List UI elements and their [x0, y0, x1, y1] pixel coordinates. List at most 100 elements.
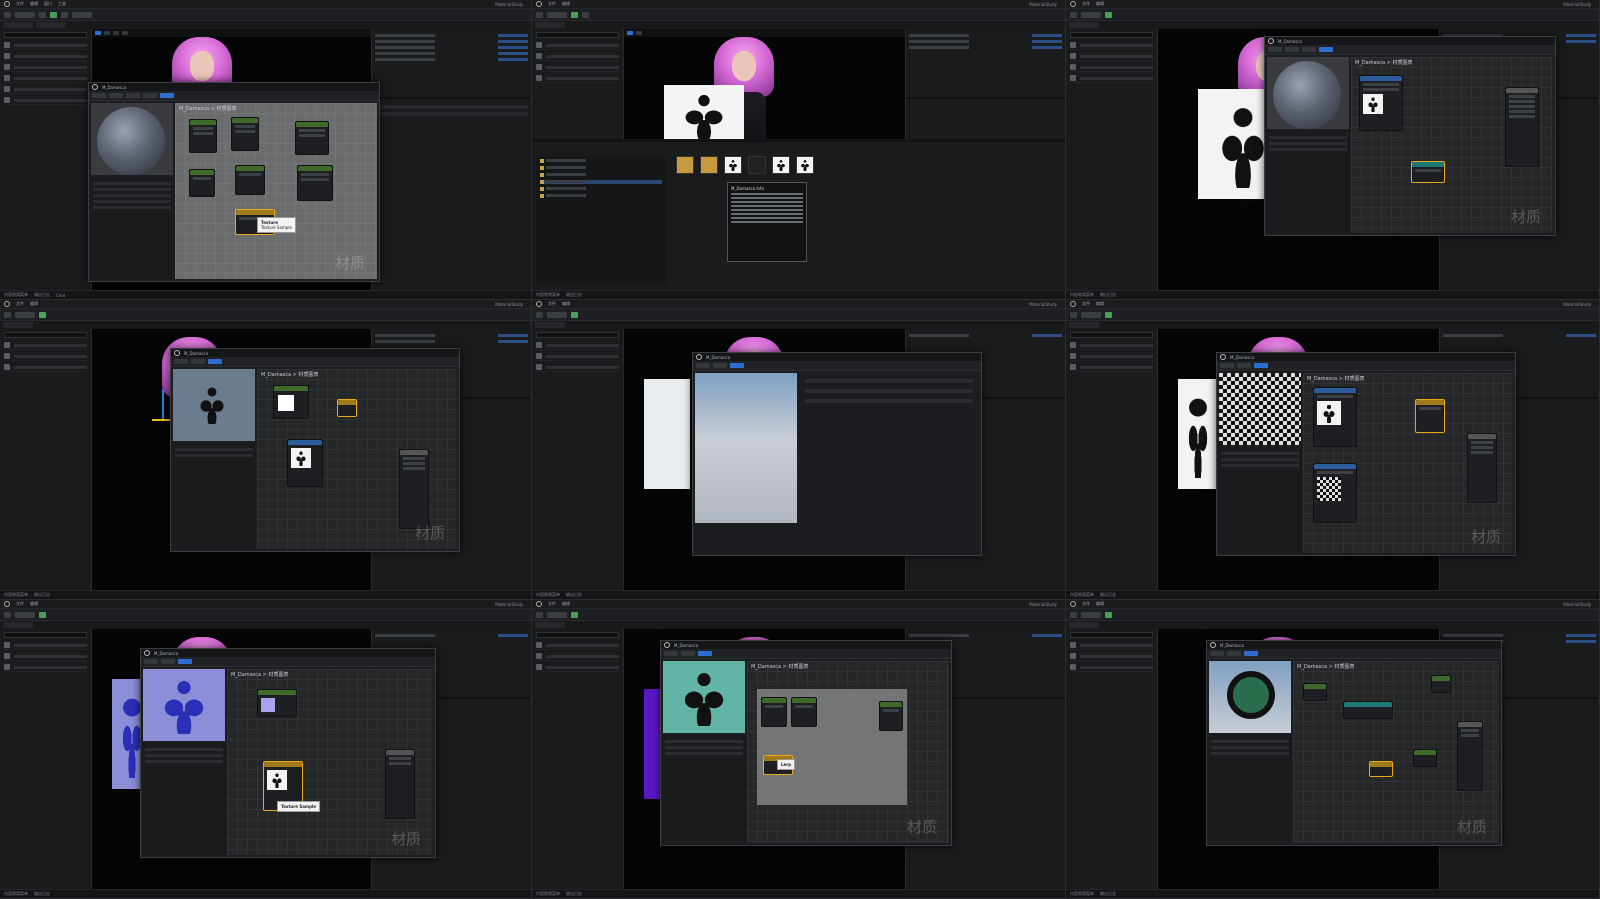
search-input[interactable] — [536, 32, 619, 38]
material-editor-window[interactable]: M_Damasca M_Damasca > 材质图表 Texture Textur… — [88, 82, 380, 282]
save-button[interactable] — [92, 93, 106, 98]
play-icon[interactable] — [571, 611, 578, 618]
folder-icon — [540, 194, 544, 198]
tile-1-material-editor-sphere: 文件 编辑 窗口 工具 MaterialStudy M_Damasca M_Da… — [0, 0, 532, 300]
asset-texture[interactable] — [772, 156, 790, 174]
place-actors-panel — [0, 29, 92, 290]
material-graph[interactable]: M_Damasca > 材质图表 材质 — [1351, 57, 1553, 233]
unreal-logo-icon — [1070, 301, 1076, 307]
folder-icon — [540, 159, 544, 163]
texture-sample-node[interactable] — [1359, 75, 1403, 131]
play-icon[interactable] — [39, 311, 46, 318]
folder-item[interactable] — [540, 159, 662, 163]
live-update-button[interactable] — [160, 93, 174, 98]
tab-level[interactable] — [3, 22, 33, 28]
menu-item-file[interactable]: 文件 — [16, 1, 24, 7]
tab-outliner[interactable] — [36, 22, 66, 28]
mode-dropdown[interactable] — [15, 11, 35, 18]
shape-icon — [4, 75, 10, 81]
folder-item[interactable] — [540, 187, 662, 191]
browse-button[interactable] — [109, 93, 123, 98]
tile-5-texture-preview: 文件 编辑 MaterialStudy M_Damasca 内容侧滑菜单 输出日志 — [532, 300, 1066, 600]
menu-item-tools[interactable]: 工具 — [58, 1, 66, 7]
add-button[interactable] — [39, 11, 46, 18]
graph-node[interactable] — [189, 169, 215, 197]
folder-icon — [540, 187, 544, 191]
list-item[interactable] — [4, 41, 87, 50]
outliner-details-panel — [371, 29, 531, 290]
tile-8-teal-lerp: 文件 编辑 MaterialStudy M_Damasca M_Damasca > … — [532, 600, 1066, 899]
play-icon[interactable] — [1105, 611, 1112, 618]
asset-material[interactable] — [748, 156, 766, 174]
menu-item-window[interactable]: 窗口 — [44, 1, 52, 7]
damask-plane — [664, 85, 744, 139]
unreal-logo-icon — [92, 84, 98, 90]
list-item[interactable] — [4, 96, 87, 105]
tiled-preview[interactable] — [1219, 373, 1301, 445]
folder-item[interactable] — [540, 194, 662, 198]
viewport-toolbar — [92, 29, 371, 37]
unreal-logo-icon — [1268, 38, 1274, 44]
material-editor-toolbar — [89, 91, 379, 101]
main-material-node[interactable] — [1505, 87, 1539, 167]
play-icon[interactable] — [50, 11, 57, 18]
project-name: MaterialStudy — [495, 1, 523, 7]
save-button[interactable] — [4, 11, 11, 18]
search-input[interactable] — [4, 32, 87, 38]
output-log-button[interactable]: 输出日志 — [34, 292, 50, 298]
menu-item-file[interactable]: 文件 — [548, 1, 556, 7]
graph-node[interactable] — [231, 117, 259, 151]
material-preview[interactable] — [1267, 57, 1349, 129]
tile-4-texture-node: 文件 编辑 MaterialStudy M_Damasca M_Damasca > … — [0, 300, 532, 600]
material-preview[interactable] — [91, 103, 173, 175]
cmd-input[interactable]: Cmd — [56, 293, 65, 298]
play-icon[interactable] — [1105, 11, 1112, 18]
volume-icon — [4, 86, 10, 92]
play-icon[interactable] — [571, 311, 578, 318]
graph-node[interactable] — [189, 119, 217, 153]
asset-texture[interactable] — [796, 156, 814, 174]
folder-item-selected[interactable] — [540, 180, 662, 184]
folder-item[interactable] — [540, 173, 662, 177]
list-item[interactable] — [4, 52, 87, 61]
texture-preview[interactable] — [695, 373, 797, 523]
material-editor-window[interactable]: M_Damasca M_Damasca > 材质图表 材质 — [1264, 36, 1556, 236]
menu-item-edit[interactable]: 编辑 — [30, 1, 38, 7]
list-item[interactable] — [4, 74, 87, 83]
material-graph[interactable]: M_Damasca > 材质图表 Texture Texture Sample 材… — [175, 103, 377, 279]
menu-bar: 文件 编辑 MaterialStudy — [532, 0, 1065, 9]
outliner-panel — [905, 29, 1065, 139]
camera-icon — [4, 64, 10, 70]
gizmo-y-axis[interactable] — [162, 389, 164, 419]
selected-node[interactable] — [1411, 161, 1445, 183]
pause-button[interactable] — [61, 11, 68, 18]
platforms-dropdown[interactable] — [72, 11, 92, 18]
folder-tree — [536, 156, 666, 286]
tile-7-blue-damask: 文件 编辑 MaterialStudy M_Damasca M_Damasca > … — [0, 600, 532, 899]
play-icon[interactable] — [571, 11, 578, 18]
tile-3-damask-material: 文件 编辑 MaterialStudy M_Damasca M_Damasca > … — [1066, 0, 1600, 300]
list-item[interactable] — [4, 85, 87, 94]
graph-node[interactable] — [235, 165, 265, 195]
unreal-logo-icon — [1070, 601, 1076, 607]
unreal-logo-icon — [1220, 354, 1226, 360]
graph-node[interactable] — [295, 121, 329, 155]
unreal-logo-icon — [4, 1, 10, 7]
visual-icon — [4, 97, 10, 103]
list-item[interactable] — [4, 63, 87, 72]
gizmo-x-axis[interactable] — [152, 419, 172, 421]
apply-button[interactable] — [126, 93, 140, 98]
play-icon[interactable] — [1105, 311, 1112, 318]
content-drawer-button[interactable]: 内容侧滑菜单 — [4, 292, 28, 298]
search-input[interactable] — [1070, 32, 1153, 38]
asset-folder[interactable] — [700, 156, 718, 174]
asset-texture[interactable] — [724, 156, 742, 174]
folder-item[interactable] — [540, 166, 662, 170]
level-viewport[interactable] — [624, 29, 905, 139]
breadcrumb: M_Damasca > 材质图表 — [179, 106, 237, 112]
stats-button[interactable] — [143, 93, 157, 98]
graph-node[interactable] — [297, 165, 333, 201]
play-icon[interactable] — [39, 611, 46, 618]
asset-folder[interactable] — [676, 156, 694, 174]
menu-item-edit[interactable]: 编辑 — [562, 1, 570, 7]
